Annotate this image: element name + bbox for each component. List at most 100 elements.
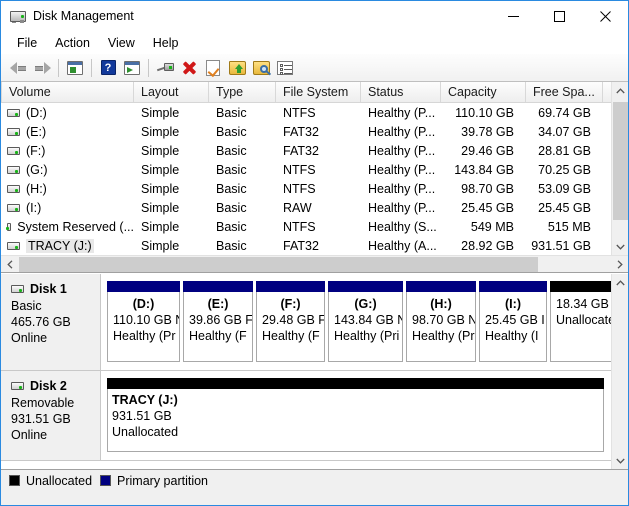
scroll-left-arrow-icon[interactable] (1, 256, 18, 273)
disk-graphical-scroll-region: Disk 1Basic465.76 GBOnline(D:)110.10 GB … (1, 274, 611, 469)
table-row[interactable]: (F:)SimpleBasicFAT32Healthy (P...29.46 G… (1, 141, 628, 160)
volume-list-vertical-scrollbar[interactable] (611, 82, 628, 255)
cell-status: Healthy (P... (361, 160, 441, 179)
cell-capacity: 29.46 GB (441, 141, 526, 160)
cell-file-system: NTFS (276, 217, 361, 236)
menu-item-file[interactable]: File (8, 34, 46, 52)
status-bar (1, 491, 628, 505)
cell-capacity: 110.10 GB (441, 103, 526, 122)
menu-item-help[interactable]: Help (144, 34, 188, 52)
disk-scroll-down-arrow-icon[interactable] (612, 452, 629, 469)
disk-drive-icon (10, 8, 26, 24)
cell-layout: Simple (134, 160, 209, 179)
partition-color-bar (328, 281, 403, 292)
table-row[interactable]: (D:)SimpleBasicNTFSHealthy (P...110.10 G… (1, 103, 628, 122)
partition-detail-box: (D:)110.10 GB NHealthy (Pr (107, 292, 180, 362)
delete-icon[interactable] (177, 56, 201, 80)
menu-item-view[interactable]: View (99, 34, 144, 52)
partition-text: (F:)29.48 GB FHealthy (F (257, 292, 324, 344)
column-header-volume[interactable]: Volume (1, 82, 134, 102)
partition-size: 98.70 GB N (412, 312, 470, 328)
cell-file-system: FAT32 (276, 236, 361, 255)
detail-view-icon[interactable] (273, 56, 297, 80)
column-header-type[interactable]: Type (209, 82, 276, 102)
toolbar-separator (91, 59, 92, 77)
menu-bar: File Action View Help (1, 31, 628, 54)
column-header-status[interactable]: Status (361, 82, 441, 102)
properties-icon[interactable] (201, 56, 225, 80)
column-header-layout[interactable]: Layout (134, 82, 209, 102)
export-list-icon[interactable] (225, 56, 249, 80)
partition[interactable]: (D:)110.10 GB NHealthy (Pr (107, 281, 180, 362)
partition-detail-box: TRACY (J:)931.51 GBUnallocated (107, 389, 604, 452)
cell-layout: Simple (134, 103, 209, 122)
table-row[interactable]: (E:)SimpleBasicFAT32Healthy (P...39.78 G… (1, 122, 628, 141)
column-header-free-space[interactable]: Free Spa... (526, 82, 603, 102)
column-header-file-system[interactable]: File System (276, 82, 361, 102)
help-icon[interactable]: ? (96, 56, 120, 80)
cell-status: Healthy (P... (361, 198, 441, 217)
cell-type: Basic (209, 198, 276, 217)
disk-info-panel[interactable]: Disk 2Removable931.51 GBOnline (1, 371, 101, 460)
cell-file-system: FAT32 (276, 141, 361, 160)
disk-row: Disk 2Removable931.51 GBOnlineTRACY (J:)… (1, 371, 611, 461)
back-arrow-icon[interactable] (6, 56, 30, 80)
table-row[interactable]: (H:)SimpleBasicNTFSHealthy (P...98.70 GB… (1, 179, 628, 198)
volume-drive-icon (7, 147, 20, 155)
close-button[interactable] (582, 1, 628, 31)
cell-free-space: 69.74 GB (526, 103, 603, 122)
volume-list-header: Volume Layout Type File System Status Ca… (1, 82, 628, 103)
partition[interactable]: (I:)25.45 GB IHealthy (I (479, 281, 547, 362)
table-row[interactable]: TRACY (J:)SimpleBasicFAT32Healthy (A...2… (1, 236, 628, 255)
partition-status: Unallocate (556, 312, 610, 328)
volume-name: (H:) (26, 182, 47, 196)
table-row[interactable]: (I:)SimpleBasicRAWHealthy (P...25.45 GB2… (1, 198, 628, 217)
forward-arrow-icon[interactable] (30, 56, 54, 80)
disk-info-panel[interactable]: Disk 1Basic465.76 GBOnline (1, 274, 101, 370)
disk-view-vertical-scrollbar[interactable] (611, 274, 628, 469)
table-row[interactable]: (G:)SimpleBasicNTFSHealthy (P...143.84 G… (1, 160, 628, 179)
horizontal-scroll-thumb[interactable] (19, 257, 538, 272)
cell-layout: Simple (134, 122, 209, 141)
find-icon[interactable] (249, 56, 273, 80)
toolbar-separator (148, 59, 149, 77)
partition-status: Healthy (Pri (334, 328, 397, 344)
volume-drive-icon (7, 185, 20, 193)
column-header-capacity[interactable]: Capacity (441, 82, 526, 102)
volume-list: Volume Layout Type File System Status Ca… (1, 82, 628, 255)
disk-name-row: Disk 1 (11, 282, 100, 296)
scroll-down-arrow-icon[interactable] (612, 238, 629, 255)
disk-scroll-up-arrow-icon[interactable] (612, 274, 629, 291)
scroll-up-arrow-icon[interactable] (612, 82, 629, 99)
cell-capacity: 98.70 GB (441, 179, 526, 198)
partition[interactable]: 18.34 GBUnallocate (550, 281, 611, 362)
partition[interactable]: (F:)29.48 GB FHealthy (F (256, 281, 325, 362)
partition[interactable]: TRACY (J:)931.51 GBUnallocated (107, 378, 604, 452)
disk-name: Disk 1 (30, 282, 67, 296)
cell-volume: (D:) (1, 103, 134, 122)
volume-drive-icon (7, 128, 20, 136)
partition-label: (G:) (334, 296, 397, 312)
minimize-button[interactable] (490, 1, 536, 31)
show-hide-console-tree-icon[interactable] (63, 56, 87, 80)
partition-size: 931.51 GB (112, 408, 603, 424)
toolbar-separator (58, 59, 59, 77)
scroll-right-arrow-icon[interactable] (611, 256, 628, 273)
partition[interactable]: (H:)98.70 GB NHealthy (Pr (406, 281, 476, 362)
rescan-disks-icon[interactable] (153, 56, 177, 80)
partition-text: (I:)25.45 GB IHealthy (I (480, 292, 546, 344)
partition[interactable]: (E:)39.86 GB FHealthy (F (183, 281, 253, 362)
table-row[interactable]: System Reserved (...SimpleBasicNTFSHealt… (1, 217, 628, 236)
cell-layout: Simple (134, 236, 209, 255)
cell-capacity: 549 MB (441, 217, 526, 236)
maximize-button[interactable] (536, 1, 582, 31)
disk-icon (11, 285, 24, 293)
cell-free-space: 53.09 GB (526, 179, 603, 198)
vertical-scroll-thumb[interactable] (613, 102, 628, 220)
show-hide-action-pane-icon[interactable] (120, 56, 144, 80)
menu-item-action[interactable]: Action (46, 34, 99, 52)
partition[interactable]: (G:)143.84 GB NHealthy (Pri (328, 281, 403, 362)
disk-kind: Removable (11, 395, 100, 411)
volume-list-horizontal-scrollbar[interactable] (1, 255, 628, 272)
volume-list-body: (D:)SimpleBasicNTFSHealthy (P...110.10 G… (1, 103, 628, 255)
